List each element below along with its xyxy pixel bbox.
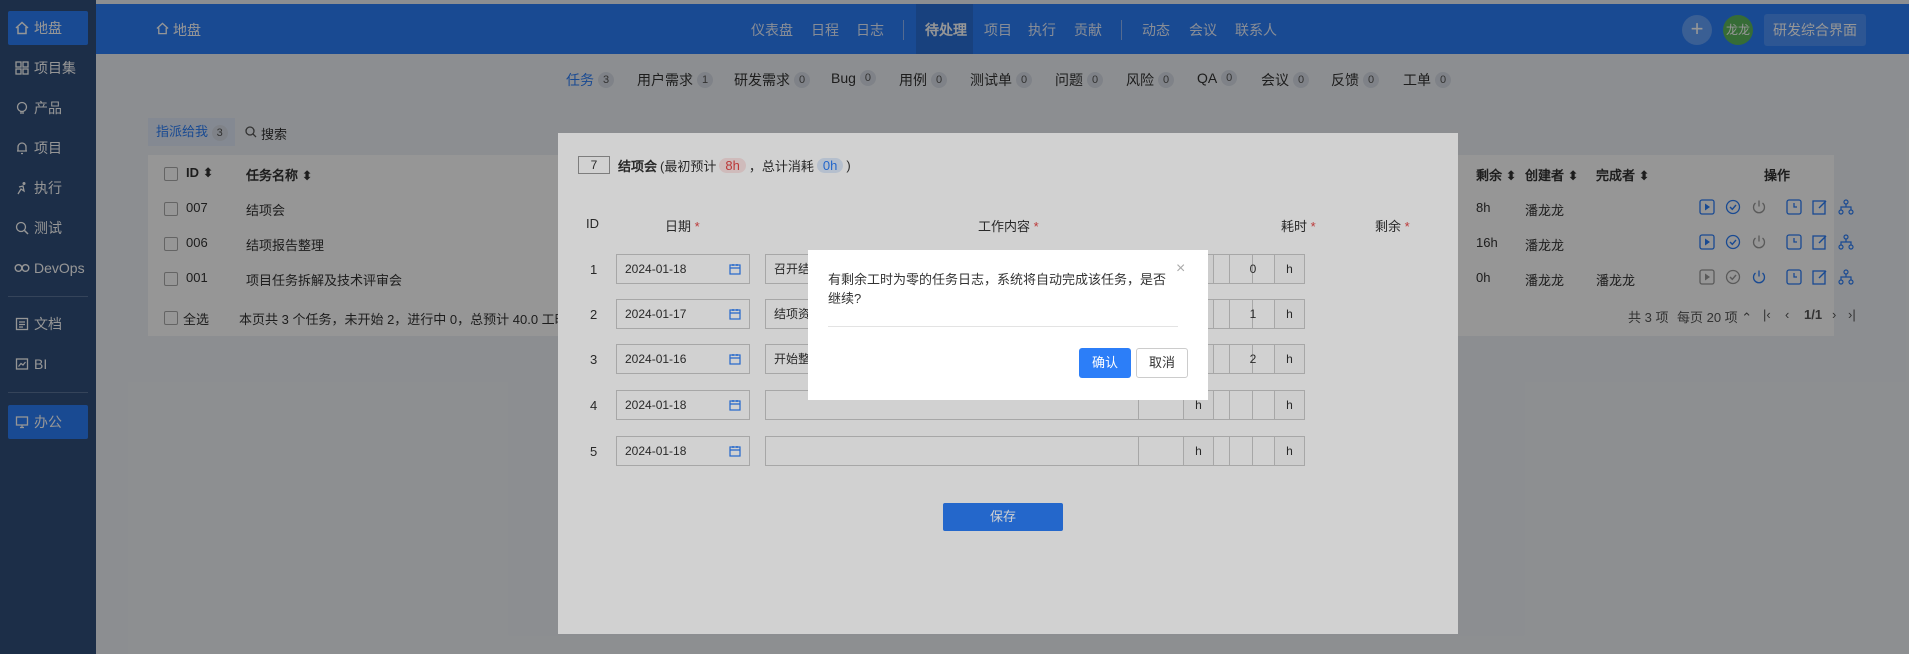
confirm-dialog: 有剩余工时为零的任务日志，系统将自动完成该任务，是否继续? × 确认 取消 — [808, 250, 1208, 400]
confirm-divider — [828, 326, 1178, 327]
close-icon[interactable]: × — [1176, 260, 1185, 278]
confirm-message: 有剩余工时为零的任务日志，系统将自动完成该任务，是否继续? — [828, 272, 1167, 306]
confirm-button[interactable]: 确认 — [1079, 348, 1131, 378]
cancel-button[interactable]: 取消 — [1136, 348, 1188, 378]
